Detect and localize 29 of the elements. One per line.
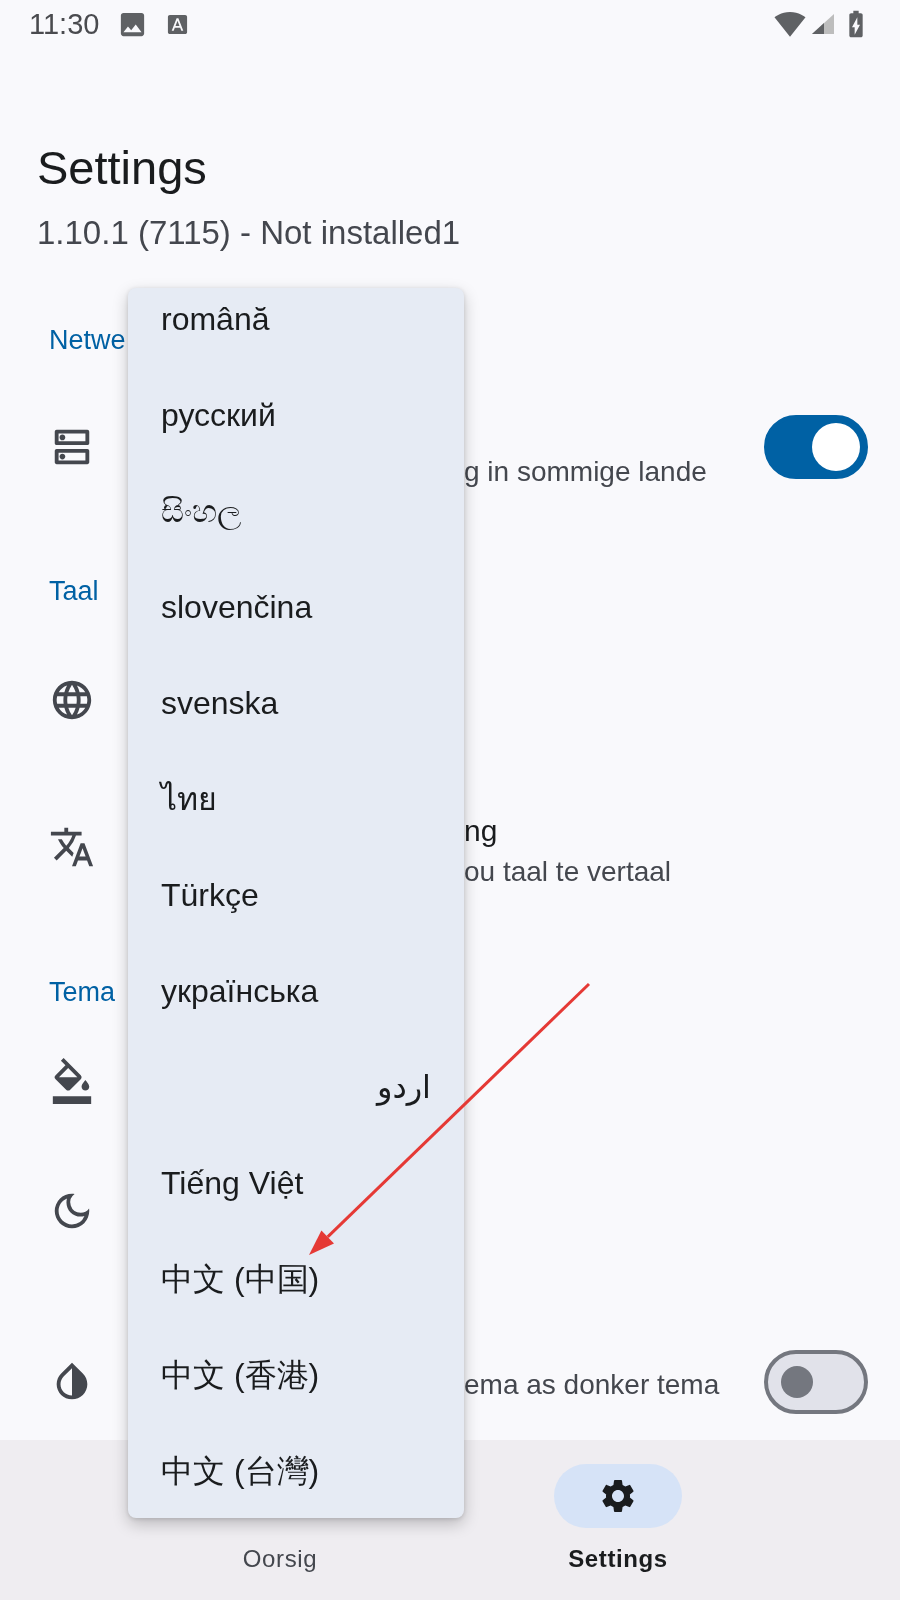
menu-item[interactable]: 中文 (中国) — [128, 1231, 464, 1327]
section-header: Tema — [49, 978, 116, 1006]
menu-item[interactable]: ไทย — [128, 751, 464, 847]
nav-tab[interactable]: Settings — [554, 1464, 682, 1573]
menu-item[interactable]: română — [128, 288, 464, 367]
menu-item[interactable]: українська — [128, 943, 464, 1039]
toggle-switch[interactable] — [764, 415, 868, 479]
status-time: 11:30 — [29, 8, 100, 40]
setting-title: ng — [464, 814, 498, 848]
setting-description: ou taal te vertaal — [464, 856, 672, 888]
menu-item[interactable]: සිංහල — [128, 463, 464, 559]
menu-item[interactable]: Türkçe — [128, 847, 464, 943]
menu-item[interactable]: Tiếng Việt — [128, 1135, 464, 1231]
menu-item[interactable]: 中文 (香港) — [128, 1327, 464, 1423]
menu-item[interactable]: اردو — [128, 1039, 464, 1135]
menu-item[interactable]: 中文 (台灣) — [128, 1423, 464, 1518]
nav-tab[interactable]: Oorsig — [232, 1543, 328, 1575]
setting-description: ema as donker tema — [464, 1369, 720, 1401]
menu-item[interactable]: svenska — [128, 655, 464, 751]
toggle-switch[interactable] — [764, 1350, 868, 1414]
section-header: Netwe — [49, 326, 126, 354]
menu-item[interactable]: русский — [128, 367, 464, 463]
setting-description: g in sommige lande — [464, 456, 707, 488]
section-header: Taal — [49, 577, 99, 605]
version-text: 1.10.1 (7115) - Not installed1 — [37, 213, 461, 253]
page-title: Settings — [37, 140, 207, 196]
font-icon — [166, 12, 190, 36]
cellular-signal-icon — [812, 14, 834, 34]
menu-item[interactable]: slovenčina — [128, 559, 464, 655]
